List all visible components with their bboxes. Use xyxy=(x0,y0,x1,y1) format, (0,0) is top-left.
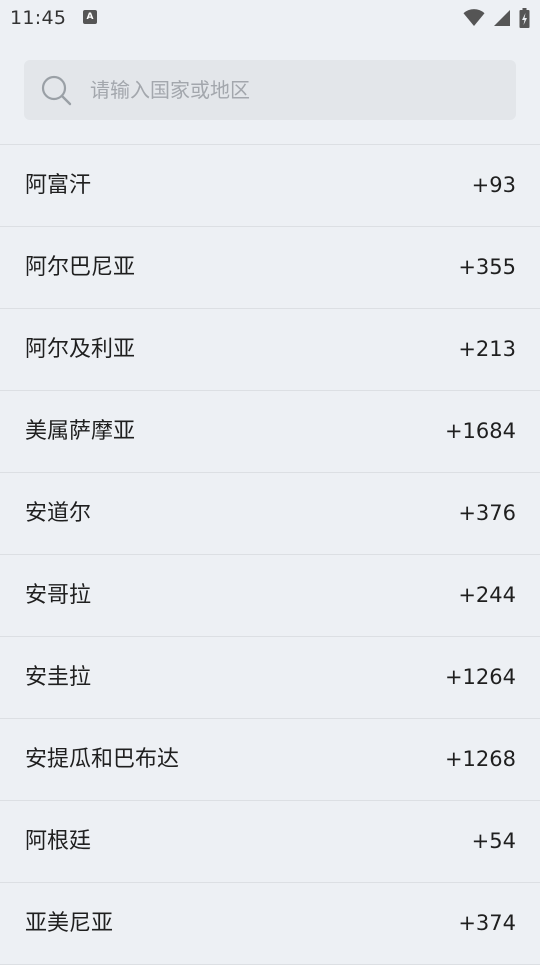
country-row[interactable]: 安哥拉 +244 xyxy=(0,555,540,637)
country-name: 安道尔 xyxy=(25,501,92,526)
country-name: 阿富汗 xyxy=(25,173,92,198)
country-list: 阿富汗 +93 阿尔巴尼亚 +355 阿尔及利亚 +213 美属萨摩亚 +1684 安道尔 +37… xyxy=(0,145,540,965)
battery-charging-icon xyxy=(519,8,530,28)
notification-a-icon: A xyxy=(83,10,97,24)
country-row[interactable]: 阿尔巴尼亚 +355 xyxy=(0,227,540,309)
cell-signal-icon xyxy=(493,9,511,27)
country-row[interactable]: 阿富汗 +93 xyxy=(0,145,540,227)
dial-code: +213 xyxy=(458,337,516,361)
status-bar: 11:45 A xyxy=(0,0,540,36)
country-name: 阿尔巴尼亚 xyxy=(25,255,136,280)
country-row[interactable]: 阿尔及利亚 +213 xyxy=(0,309,540,391)
country-name: 美属萨摩亚 xyxy=(25,419,136,444)
country-row[interactable]: 美属萨摩亚 +1684 xyxy=(0,391,540,473)
dial-code: +1684 xyxy=(444,419,516,443)
search-bar[interactable] xyxy=(24,60,516,120)
wifi-icon xyxy=(463,9,485,27)
country-name: 阿根廷 xyxy=(25,829,92,854)
country-name: 安哥拉 xyxy=(25,583,92,608)
dial-code: +1264 xyxy=(444,665,516,689)
country-row[interactable]: 安提瓜和巴布达 +1268 xyxy=(0,719,540,801)
country-name: 安圭拉 xyxy=(25,665,92,690)
country-name: 安提瓜和巴布达 xyxy=(25,747,180,772)
status-time: 11:45 xyxy=(10,7,67,29)
dial-code: +376 xyxy=(458,501,516,525)
search-input[interactable] xyxy=(90,60,500,120)
country-name: 亚美尼亚 xyxy=(25,911,114,936)
country-row[interactable]: 亚美尼亚 +374 xyxy=(0,883,540,965)
country-row[interactable]: 阿根廷 +54 xyxy=(0,801,540,883)
dial-code: +54 xyxy=(471,829,516,853)
dial-code: +355 xyxy=(458,255,516,279)
country-row[interactable]: 安圭拉 +1264 xyxy=(0,637,540,719)
status-icons xyxy=(463,8,530,28)
country-name: 阿尔及利亚 xyxy=(25,337,136,362)
dial-code: +374 xyxy=(458,911,516,935)
search-icon xyxy=(40,74,74,108)
dial-code: +93 xyxy=(471,173,516,197)
country-row[interactable]: 安道尔 +376 xyxy=(0,473,540,555)
dial-code: +1268 xyxy=(444,747,516,771)
dial-code: +244 xyxy=(458,583,516,607)
